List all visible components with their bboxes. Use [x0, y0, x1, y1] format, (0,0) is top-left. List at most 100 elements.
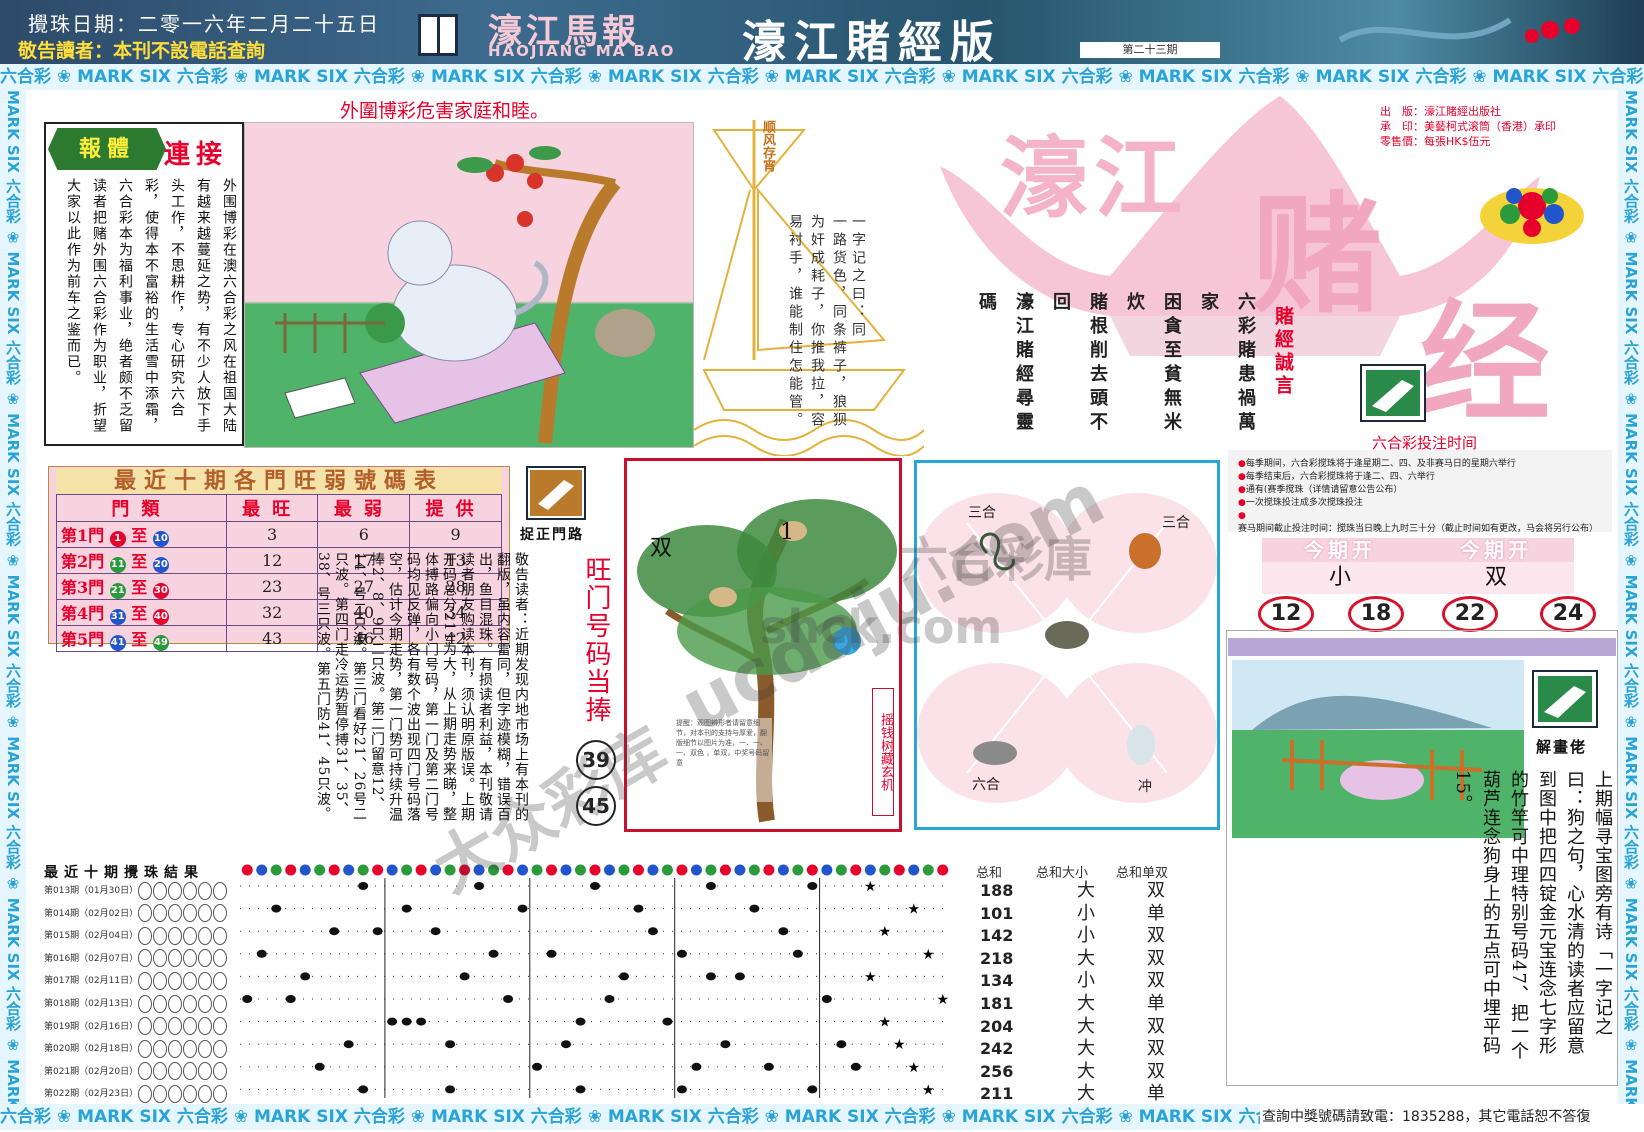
- draw-size: 大: [1077, 1060, 1095, 1082]
- hotline-notice: 查詢中獎號碼請致電：1835288，其它電話恕不答復: [1262, 1104, 1618, 1130]
- strength-row: 第1門 1 至 10 3 6 9: [56, 521, 502, 548]
- number-header-ball: [560, 864, 572, 876]
- book-icon: [418, 14, 458, 56]
- issue-number: 第二十三期: [1080, 42, 1220, 58]
- drawn-number-mark: [430, 927, 441, 936]
- draw-label: 第022期（02月23日）: [44, 1089, 139, 1100]
- draw-result-row: 第017期（02月11日）: [44, 970, 234, 992]
- draw-parity: 双: [1147, 1015, 1165, 1037]
- number-header-ball: [357, 864, 369, 876]
- special-number-star: ★: [864, 969, 877, 985]
- tree-side-label: 摇钱树藏玄机: [872, 688, 894, 816]
- purple-divider: [1228, 638, 1616, 656]
- drawn-ball-slot: [138, 994, 153, 1013]
- number-header-ball: [806, 864, 818, 876]
- drawn-ball-slot: [138, 1017, 153, 1036]
- draw-sum: 181: [980, 994, 1014, 1013]
- drawn-ball-slot: [213, 1084, 228, 1103]
- drawn-ball-slot: [198, 881, 213, 900]
- drawn-number-mark: [445, 1085, 456, 1094]
- special-number-star: ★: [922, 947, 935, 963]
- drawn-number-mark: [691, 1062, 702, 1071]
- draw-sum: 256: [980, 1061, 1014, 1081]
- results-head-oe: 总和单双: [1116, 866, 1169, 881]
- draw-parity: 双: [1147, 947, 1165, 969]
- drawn-ball-slot: [168, 994, 183, 1013]
- hint-label: 捉正門路: [520, 527, 584, 543]
- drawn-ball-slot: [198, 994, 213, 1013]
- key-hand-icon: [526, 466, 586, 520]
- drawn-number-mark: [676, 949, 687, 958]
- special-number-star: ★: [864, 879, 877, 895]
- rat-icon: [973, 741, 1017, 765]
- betting-time-line: 每季期间，六合彩搅珠将于逢星期二、四、及非赛马日的星期六举行: [1238, 458, 1602, 471]
- draw-parity: 单: [1147, 993, 1165, 1014]
- poem-line-1: 六彩賭患禍萬家: [1198, 292, 1256, 436]
- drawn-ball-slot: [198, 949, 213, 968]
- logo-subtitle: HAOJIANG MA BAO: [488, 42, 676, 60]
- drawn-ball-slot: [168, 949, 183, 968]
- gate-label: 第3門: [61, 578, 105, 597]
- draw-parity: 双: [1147, 970, 1165, 992]
- drawn-ball-slot: [213, 881, 228, 900]
- drawn-number-mark: [285, 995, 296, 1003]
- drawn-ball-slot: [198, 1084, 213, 1103]
- hot-number: 45: [576, 786, 616, 826]
- drawn-number-mark: [459, 972, 470, 981]
- masthead-big-text-3: 经: [1420, 286, 1551, 439]
- drawn-ball-slot: [138, 926, 153, 945]
- drawn-number-mark: [503, 995, 514, 1003]
- drawn-ball-slot: [168, 1017, 183, 1036]
- drawn-ball-slot: [213, 926, 228, 945]
- draw-result-row: 第015期（02月04日）: [44, 925, 234, 947]
- number-header-ball: [546, 864, 558, 876]
- explain-text: 上期幅寻宝图旁有诗「一字记之曰：狗之句，心水清的读者应留意到图中把四四锭金元宝连…: [1452, 770, 1613, 1061]
- strength-table-title: 最近十期各門旺弱號碼表: [56, 468, 502, 494]
- monkey-illustration: [244, 122, 694, 448]
- recommended-number: 12: [1258, 596, 1314, 632]
- number-header-ball: [517, 864, 529, 876]
- draw-label: 第016期（02月07日）: [44, 953, 139, 964]
- number-header-ball: [488, 864, 500, 876]
- special-number-star: ★: [936, 992, 949, 1008]
- results-title: 最近十期攪珠結果: [44, 865, 204, 881]
- draw-parity: 双: [1147, 880, 1165, 901]
- drawn-number-mark: [705, 972, 716, 981]
- draw-size: 小: [1077, 902, 1095, 924]
- draw-parity: 单: [1147, 1083, 1165, 1105]
- drawn-number-mark: [676, 1085, 687, 1094]
- drawn-number-mark: [358, 882, 369, 890]
- drawn-ball-slot: [153, 926, 168, 945]
- drawn-number-mark: [590, 882, 600, 890]
- gold-ingots-icon: [1480, 188, 1584, 244]
- drawn-ball-slot: [153, 904, 168, 923]
- number-header-ball: [908, 864, 920, 876]
- betting-time-box: 每季期间，六合彩搅珠将于逢星期二、四、及非赛马日的星期六举行 每季结束后，六合彩…: [1228, 450, 1612, 534]
- drawn-ball-slot: [153, 1039, 168, 1058]
- price-line: 零售價：每張HK$伍元: [1380, 135, 1491, 148]
- recommended-number: 22: [1442, 596, 1498, 632]
- drawn-number-mark: [807, 882, 818, 890]
- special-number-star: ★: [907, 902, 920, 918]
- ox-icon: [1045, 621, 1089, 649]
- drawn-number-mark: [561, 1040, 572, 1049]
- explain-label: 解畫佬: [1536, 738, 1588, 756]
- draw-sum: 134: [980, 971, 1014, 991]
- table-header: 提供: [409, 494, 502, 522]
- header-ornament: [1338, 17, 1580, 43]
- this-issue-label: 今期开: [1418, 538, 1574, 562]
- draw-label: 第015期（02月04日）: [44, 931, 139, 942]
- special-number-star: ★: [879, 924, 892, 940]
- number-header-ball: [719, 864, 731, 876]
- drawn-ball-slot: [183, 904, 198, 923]
- drawn-number-mark: [401, 904, 412, 913]
- number-header-ball: [372, 864, 384, 876]
- drawn-number-mark: [532, 1062, 543, 1071]
- drawn-number-mark: [387, 1017, 398, 1026]
- tree-note: 提醒：观图辨形者请留意细节，对本刊的支持与厚爱，翻版细节以图片为准，一、一、一、…: [676, 718, 772, 802]
- draw-parity: 双: [1147, 1038, 1165, 1060]
- drawn-ball-slot: [213, 971, 228, 990]
- number-header-ball: [705, 864, 717, 876]
- draw-size: 小: [1077, 970, 1095, 992]
- number-header-ball: [603, 864, 615, 876]
